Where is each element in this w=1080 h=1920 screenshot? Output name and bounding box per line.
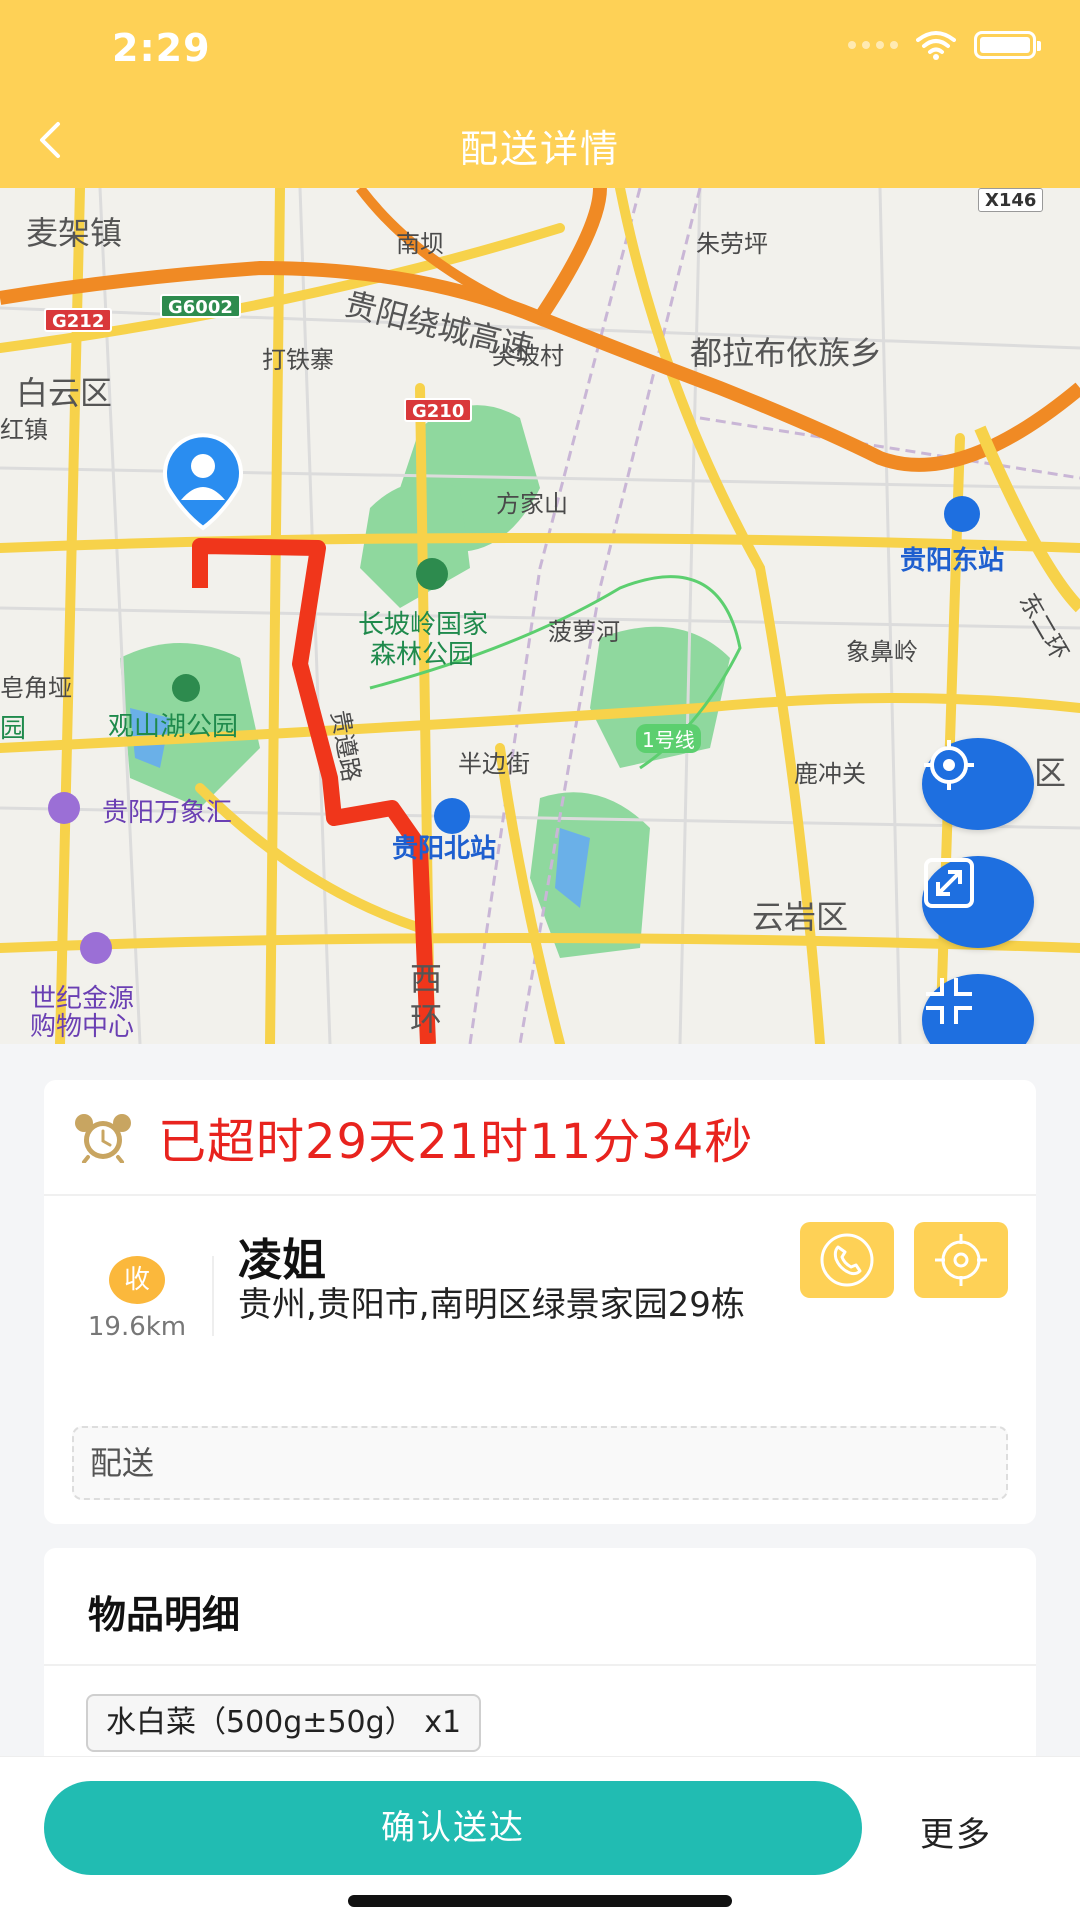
destination-marker-icon (163, 433, 243, 531)
call-button[interactable] (800, 1222, 894, 1298)
alarm-clock-icon (75, 1114, 131, 1163)
map-label: 1号线 (636, 724, 701, 753)
road-shield: X146 (978, 188, 1044, 212)
locate-button[interactable] (922, 738, 1034, 830)
map-label: 象鼻岭 (846, 638, 918, 666)
road-shield: G6002 (160, 294, 241, 318)
map-label: 鹿冲关 (794, 760, 866, 788)
map-label: 红镇 (0, 416, 48, 444)
map-label: 购物中心 (30, 1012, 135, 1042)
map-label: 朱劳坪 (696, 230, 768, 258)
map-label: 皂角垭 (0, 674, 72, 702)
road-shield: G210 (404, 398, 473, 422)
map-view[interactable]: 麦架镇 南坝 朱劳坪 贵阳绕城高速 尖坡村 都拉布依族乡 白云区 打铁寨 红镇 … (0, 188, 1080, 1044)
receiver-summary: 收 19.6km (72, 1256, 202, 1342)
receiver-address: 贵州,贵阳市,南明区绿景家园29栋 (238, 1285, 745, 1325)
map-label: 都拉布依族乡 (690, 334, 883, 372)
map-label: 贵阳东站 (900, 546, 1005, 576)
phone-icon (820, 1233, 874, 1287)
home-indicator (348, 1895, 732, 1907)
map-label: 贵阳北站 (392, 834, 497, 864)
status-indicators (848, 30, 1041, 60)
signal-icon (848, 41, 898, 49)
map-label: 麦架镇 (26, 214, 123, 252)
expand-icon (924, 858, 974, 908)
more-button[interactable]: 更多 (920, 1807, 992, 1856)
map-label: 森林公园 (370, 640, 475, 670)
items-card: 物品明细 水白菜（500g±50g） x1 (44, 1548, 1036, 1788)
map-label: 环 (410, 1000, 443, 1038)
divider (212, 1256, 214, 1336)
navigate-button[interactable] (914, 1222, 1008, 1298)
map-label: 云岩区 (752, 898, 849, 936)
receiver-badge: 收 (109, 1256, 165, 1304)
delivery-detail-page: 2:29 配送详情 麦架镇 南坝 朱劳坪 贵阳绕城高速 尖坡村 都拉布依族乡 白… (0, 0, 1080, 1920)
map-label: 观山湖公园 (108, 712, 239, 742)
divider (44, 1664, 1036, 1666)
order-card: 已超时29天21时11分34秒 收 19.6km 凌姐 贵州,贵阳市,南明区绿景… (44, 1080, 1036, 1524)
map-label: 尖坡村 (492, 342, 564, 370)
battery-icon (974, 31, 1041, 59)
locate-icon (924, 740, 974, 790)
map-label: 白云区 (16, 374, 113, 412)
timeout-text: 已超时29天21时11分34秒 (158, 1114, 754, 1170)
expand-map-button[interactable] (922, 856, 1034, 948)
road-shield: G212 (44, 308, 113, 332)
receiver-name: 凌姐 (238, 1235, 326, 1286)
collapse-icon (926, 978, 972, 1024)
wifi-icon (916, 31, 956, 60)
bottom-action-bar: 确认送达 更多 (0, 1756, 1080, 1920)
confirm-delivery-button[interactable]: 确认送达 (44, 1781, 862, 1875)
distance-text: 19.6km (87, 1312, 187, 1342)
map-label: 园 (0, 714, 27, 744)
items-title: 物品明细 (88, 1593, 241, 1637)
delivery-note: 配送 (72, 1426, 1008, 1500)
map-label: 半边街 (458, 750, 530, 778)
map-label: 菠萝河 (548, 618, 620, 646)
locate-icon (935, 1234, 987, 1286)
map-label: 南坝 (396, 230, 444, 258)
map-label: 方家山 (496, 490, 568, 518)
timeout-row: 已超时29天21时11分34秒 (44, 1080, 1036, 1196)
header-bar: 2:29 配送详情 (0, 0, 1080, 188)
item-chip: 水白菜（500g±50g） x1 (86, 1694, 482, 1752)
map-label: 区 (1034, 754, 1067, 792)
map-label: 贵阳万象汇 (102, 798, 233, 828)
map-label: 打铁寨 (262, 346, 334, 374)
page-title: 配送详情 (459, 127, 620, 171)
status-time: 2:29 (112, 26, 211, 70)
